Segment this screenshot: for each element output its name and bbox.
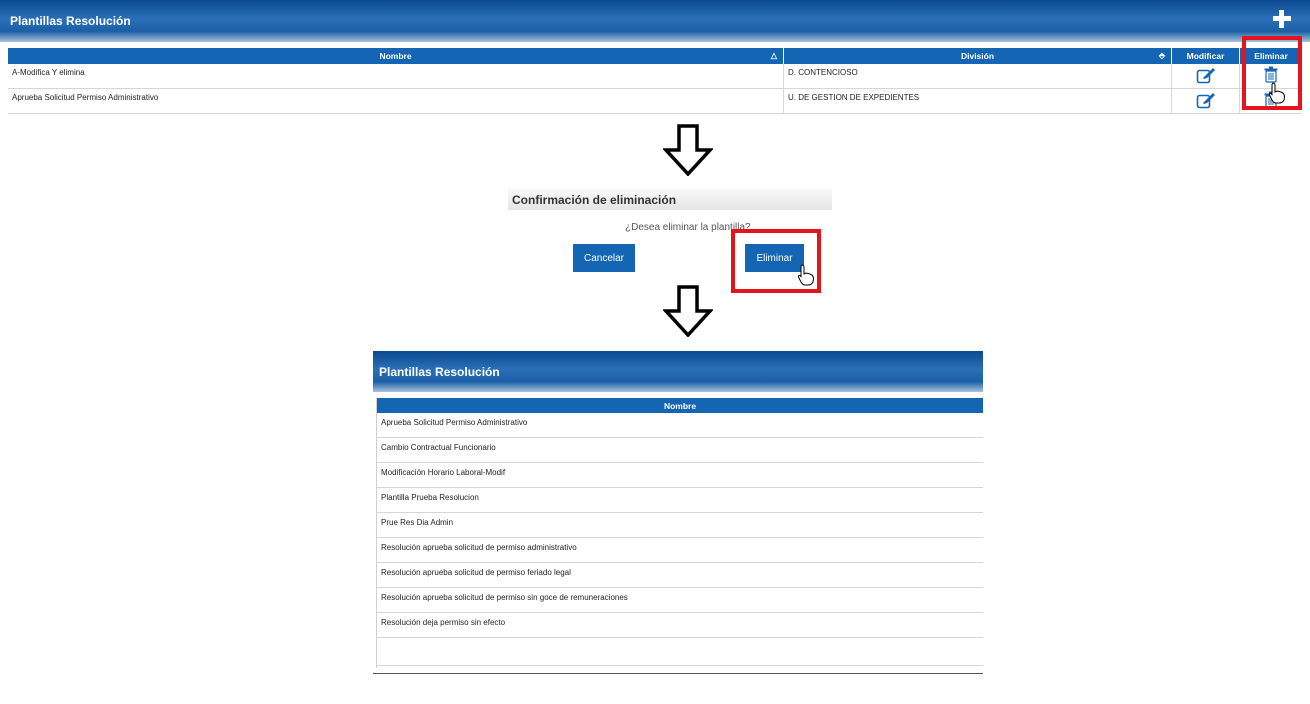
table-row: Prue Res Dia Admin bbox=[377, 513, 983, 538]
cell-nombre: Resolución aprueba solicitud de permiso … bbox=[381, 593, 628, 602]
column-header-nombre[interactable]: Nombre bbox=[377, 398, 983, 413]
edit-icon[interactable] bbox=[1196, 91, 1216, 109]
table-row: Resolución aprueba solicitud de permiso … bbox=[377, 563, 983, 588]
cell-nombre: Aprueba Solicitud Permiso Administrativo bbox=[381, 418, 528, 427]
cell-nombre: Plantilla Prueba Resolucion bbox=[381, 493, 479, 502]
bottom-templates-table: Nombre Aprueba Solicitud Permiso Adminis… bbox=[376, 398, 983, 668]
bottom-panel-header: Plantillas Resolución bbox=[373, 351, 983, 392]
column-header-nombre[interactable]: Nombre △ bbox=[8, 48, 784, 64]
down-arrow-icon bbox=[663, 285, 713, 337]
edit-icon[interactable] bbox=[1196, 66, 1216, 84]
cell-empty bbox=[377, 638, 983, 665]
table-row: A-Modifica Y elimina D. CONTENCIOSO bbox=[8, 64, 1302, 89]
top-panel-title: Plantillas Resolución bbox=[10, 14, 131, 28]
sort-up-icon[interactable]: △ bbox=[771, 51, 777, 60]
cell-nombre: Resolución aprueba solicitud de permiso … bbox=[381, 568, 571, 577]
cell-division: D. CONTENCIOSO bbox=[784, 64, 1172, 88]
hand-cursor-icon bbox=[1268, 82, 1286, 104]
plus-icon[interactable] bbox=[1272, 9, 1292, 29]
dialog-title: Confirmación de eliminación bbox=[508, 188, 832, 210]
cell-nombre: Cambio Contractual Funcionario bbox=[381, 443, 496, 452]
cancel-button[interactable]: Cancelar bbox=[573, 244, 635, 272]
cell-nombre: Resolución aprueba solicitud de permiso … bbox=[381, 543, 577, 552]
table-row: Modificación Horario Laboral-Modif bbox=[377, 463, 983, 488]
table-row: Aprueba Solicitud Permiso Administrativo bbox=[377, 413, 983, 438]
bottom-divider bbox=[373, 673, 983, 674]
column-header-label: Nombre bbox=[663, 400, 697, 411]
top-templates-table: Nombre △ División ⬘ Modificar Eliminar A… bbox=[8, 48, 1302, 118]
column-header-label: Modificar bbox=[1186, 51, 1225, 61]
cell-nombre: Prue Res Dia Admin bbox=[381, 518, 454, 527]
table-row: Cambio Contractual Funcionario bbox=[377, 438, 983, 463]
table-row: Plantilla Prueba Resolucion bbox=[377, 488, 983, 513]
table-row-empty bbox=[377, 638, 983, 666]
modify-button[interactable] bbox=[1172, 64, 1240, 88]
table-row: Resolución deja permiso sin efecto bbox=[377, 613, 983, 638]
cell-nombre: Resolución deja permiso sin efecto bbox=[381, 618, 506, 627]
cell-nombre: Modificación Horario Laboral-Modif bbox=[381, 468, 506, 477]
column-header-modificar: Modificar bbox=[1172, 48, 1240, 64]
modify-button[interactable] bbox=[1172, 89, 1240, 113]
hand-cursor-icon bbox=[797, 264, 815, 286]
table-row: Aprueba Solicitud Permiso Administrativo… bbox=[8, 89, 1302, 114]
sort-both-icon[interactable]: ⬘ bbox=[1159, 51, 1165, 60]
cell-division: U. DE GESTION DE EXPEDIENTES bbox=[784, 89, 1172, 113]
table-header: Nombre bbox=[377, 398, 983, 413]
bottom-panel-title: Plantillas Resolución bbox=[379, 364, 500, 379]
table-row: Resolución aprueba solicitud de permiso … bbox=[377, 538, 983, 563]
down-arrow-icon bbox=[663, 124, 713, 176]
top-panel-header: Plantillas Resolución bbox=[0, 0, 1310, 42]
table-row: Resolución aprueba solicitud de permiso … bbox=[377, 588, 983, 613]
column-header-label: Nombre bbox=[379, 51, 412, 61]
cell-nombre: A-Modifica Y elimina bbox=[8, 64, 784, 88]
column-header-label: División bbox=[960, 51, 995, 61]
table-header: Nombre △ División ⬘ Modificar Eliminar bbox=[8, 48, 1302, 64]
column-header-division[interactable]: División ⬘ bbox=[784, 48, 1172, 64]
cell-nombre: Aprueba Solicitud Permiso Administrativo bbox=[8, 89, 784, 113]
